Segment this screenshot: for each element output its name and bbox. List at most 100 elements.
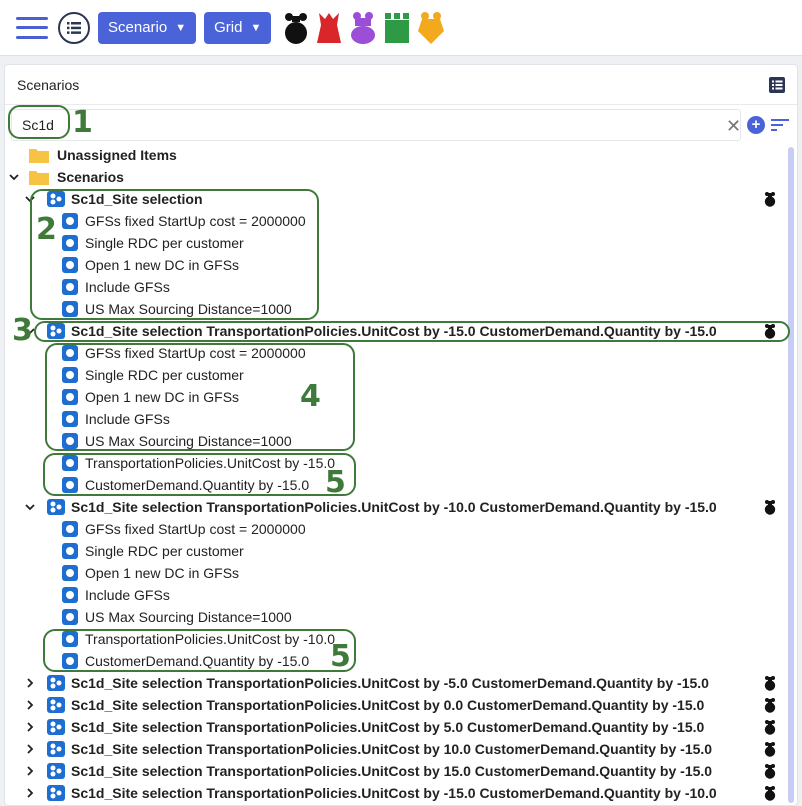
add-icon[interactable]: + <box>747 116 765 134</box>
scenario-item-row[interactable]: Open 1 new DC in GFSs <box>5 386 797 408</box>
scenario-group-label: Sc1d_Site selection TransportationPolici… <box>71 697 705 713</box>
tree-item-label: GFSs fixed StartUp cost = 2000000 <box>85 521 306 537</box>
bomb-icon[interactable] <box>764 719 776 735</box>
scenario-item-row[interactable]: GFSs fixed StartUp cost = 2000000 <box>5 210 797 232</box>
scenario-group-icon <box>47 719 65 735</box>
annotation-number: 4 <box>300 379 321 414</box>
search-box: ✕ <box>11 109 741 141</box>
scenario-item-row[interactable]: Open 1 new DC in GFSs <box>5 562 797 584</box>
tree-folder-unassigned[interactable]: Unassigned Items <box>5 144 797 166</box>
chevron-right-icon[interactable] <box>25 700 35 710</box>
scenario-icon <box>62 477 78 493</box>
scenario-item-row[interactable]: TransportationPolicies.UnitCost by -15.0 <box>5 452 797 474</box>
scenario-icon <box>62 235 78 251</box>
tree-item-label: US Max Sourcing Distance=1000 <box>85 301 292 317</box>
scenario-item-row[interactable]: Include GFSs <box>5 584 797 606</box>
scenario-icon <box>62 565 78 581</box>
bomb-icon[interactable] <box>764 785 776 801</box>
scenario-group-row[interactable]: Sc1d_Site selection TransportationPolici… <box>5 782 797 804</box>
scenario-group-icon <box>47 323 65 339</box>
scenario-group-row[interactable]: Sc1d_Site selection TransportationPolici… <box>5 320 797 342</box>
grid-dropdown[interactable]: Grid ▼ <box>204 11 272 44</box>
list-icon[interactable] <box>58 11 90 44</box>
bomb-icon[interactable] <box>764 191 776 207</box>
green-tower-icon[interactable] <box>383 11 411 45</box>
scenario-item-row[interactable]: TransportationPolicies.UnitCost by -10.0 <box>5 628 797 650</box>
scenario-item-row[interactable]: Include GFSs <box>5 276 797 298</box>
panel-header: Scenarios <box>5 65 797 105</box>
menu-icon[interactable] <box>16 16 48 39</box>
chevron-down-icon[interactable] <box>25 194 35 204</box>
scenario-group-row[interactable]: Sc1d_Site selection TransportationPolici… <box>5 716 797 738</box>
scenario-icon <box>62 257 78 273</box>
scenario-item-row[interactable]: US Max Sourcing Distance=1000 <box>5 298 797 320</box>
scenario-item-row[interactable]: Single RDC per customer <box>5 540 797 562</box>
chevron-down-icon[interactable] <box>9 172 19 182</box>
scenario-dropdown[interactable]: Scenario ▼ <box>98 11 197 44</box>
scenario-group-row[interactable]: Sc1d_Site selection TransportationPolici… <box>5 738 797 760</box>
panel-title: Scenarios <box>17 76 80 93</box>
scenario-icon <box>62 367 78 383</box>
tree-item-label: Open 1 new DC in GFSs <box>85 257 240 273</box>
scenario-group-row[interactable]: Sc1d_Site selection TransportationPolici… <box>5 694 797 716</box>
sort-icon[interactable] <box>771 118 789 132</box>
chevron-right-icon[interactable] <box>25 744 35 754</box>
annotation-number: 1 <box>72 105 93 140</box>
scenario-item-row[interactable]: US Max Sourcing Distance=1000 <box>5 430 797 452</box>
scenario-icon <box>62 587 78 603</box>
tree-item-label: Single RDC per customer <box>85 543 244 559</box>
chevron-down-icon: ▼ <box>250 21 262 34</box>
bomb-icon[interactable] <box>764 763 776 779</box>
list-icon[interactable] <box>769 76 785 93</box>
tree-folder-scenarios[interactable]: Scenarios <box>5 166 797 188</box>
scenario-icon <box>62 543 78 559</box>
bomb-icon[interactable] <box>764 323 776 339</box>
purple-piece-icon[interactable] <box>349 11 377 45</box>
scenario-item-row[interactable]: Single RDC per customer <box>5 232 797 254</box>
tree-item-label: CustomerDemand.Quantity by -15.0 <box>85 653 310 669</box>
scenario-group-row[interactable]: Sc1d_Site selection <box>5 188 797 210</box>
close-icon[interactable]: ✕ <box>726 116 741 137</box>
vertical-scrollbar[interactable] <box>788 147 794 803</box>
bomb-icon[interactable] <box>764 697 776 713</box>
bomb-icon[interactable] <box>764 741 776 757</box>
scenario-group-row[interactable]: Sc1d_Site selection TransportationPolici… <box>5 672 797 694</box>
scenario-icon <box>62 301 78 317</box>
bomb-icon[interactable] <box>764 499 776 515</box>
top-toolbar: Scenario ▼ Grid ▼ <box>0 0 802 56</box>
tree-item-label: GFSs fixed StartUp cost = 2000000 <box>85 213 306 229</box>
scenario-group-icon <box>47 763 65 779</box>
search-row: ✕ + <box>5 107 797 143</box>
tree-item-label: Single RDC per customer <box>85 367 244 383</box>
scenario-item-row[interactable]: Include GFSs <box>5 408 797 430</box>
bomb-icon[interactable] <box>764 675 776 691</box>
scenario-group-icon <box>47 697 65 713</box>
scenario-icon <box>62 455 78 471</box>
scenario-item-row[interactable]: GFSs fixed StartUp cost = 2000000 <box>5 518 797 540</box>
scenarios-panel: Scenarios ✕ + Unassigned Items Scenarios S… <box>4 64 798 806</box>
chevron-right-icon[interactable] <box>25 722 35 732</box>
scenario-group-icon <box>47 785 65 801</box>
scenario-item-row[interactable]: Open 1 new DC in GFSs <box>5 254 797 276</box>
scenario-group-row[interactable]: Sc1d_Site selection TransportationPolici… <box>5 496 797 518</box>
scenario-item-row[interactable]: GFSs fixed StartUp cost = 2000000 <box>5 342 797 364</box>
scenario-item-row[interactable]: CustomerDemand.Quantity by -15.0 <box>5 650 797 672</box>
chevron-right-icon[interactable] <box>25 678 35 688</box>
chevron-right-icon[interactable] <box>25 788 35 798</box>
scenario-item-row[interactable]: US Max Sourcing Distance=1000 <box>5 606 797 628</box>
yellow-piece-icon[interactable] <box>417 11 445 45</box>
scenario-group-row[interactable]: Sc1d_Site selection TransportationPolici… <box>5 760 797 782</box>
scenario-icon <box>62 389 78 405</box>
scenario-item-row[interactable]: Single RDC per customer <box>5 364 797 386</box>
chevron-right-icon[interactable] <box>25 766 35 776</box>
scenario-icon <box>62 653 78 669</box>
bomb-icon[interactable] <box>283 11 309 45</box>
scenario-group-icon <box>47 499 65 515</box>
scenario-group-icon <box>47 675 65 691</box>
search-input[interactable] <box>22 117 622 133</box>
folder-label: Unassigned Items <box>57 147 177 163</box>
folder-label: Scenarios <box>57 169 124 185</box>
scenario-item-row[interactable]: CustomerDemand.Quantity by -15.0 <box>5 474 797 496</box>
chevron-down-icon[interactable] <box>25 502 35 512</box>
red-piece-icon[interactable] <box>315 11 343 45</box>
